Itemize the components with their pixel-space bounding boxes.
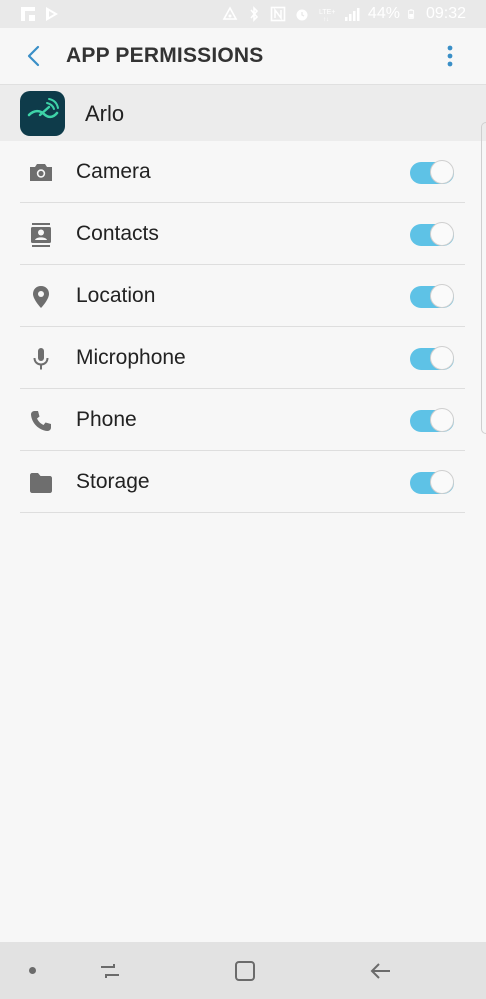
toggle-contacts[interactable] [410,222,456,248]
toggle-knob [430,222,454,246]
play-store-icon [46,7,58,21]
back-arrow-icon [370,963,390,979]
permission-label-phone: Phone [76,408,137,431]
permission-list: Camera Contacts Location Microphone Phon… [0,141,486,513]
permission-label-camera: Camera [76,160,151,183]
toggle-knob [430,470,454,494]
microphone-icon [28,346,54,372]
nfc-icon [270,6,286,22]
camera-icon [28,160,54,186]
nav-dot-icon[interactable] [29,967,36,974]
nearby-icon [222,6,238,20]
recent-apps-button[interactable] [95,956,125,986]
back-button[interactable] [18,40,50,72]
bluetooth-icon [250,6,259,22]
permission-row-contacts[interactable]: Contacts [0,203,486,265]
back-nav-button[interactable] [366,956,396,986]
chevron-left-icon [27,45,40,67]
permission-row-camera[interactable]: Camera [0,141,486,203]
alarm-icon [296,9,308,21]
status-left [20,6,60,22]
svg-text:LTE+: LTE+ [319,9,335,16]
more-options-button[interactable] [438,40,462,72]
toggle-knob [430,284,454,308]
toggle-knob [430,346,454,370]
toggle-knob [430,160,454,184]
toggle-camera[interactable] [410,160,456,186]
signal-icon [344,8,360,21]
navigation-bar [0,942,486,999]
folder-icon [28,470,54,496]
permission-row-storage[interactable]: Storage [0,451,486,513]
lte-icon: LTE+ ↑↓ [319,9,335,22]
toggle-storage[interactable] [410,470,456,496]
recent-apps-icon [101,964,119,978]
svg-text:↑↓: ↑↓ [323,17,329,22]
contacts-icon [28,222,54,248]
page-title: APP PERMISSIONS [66,44,264,67]
status-right: LTE+ ↑↓ 44% 09:32 [222,5,466,23]
permission-label-storage: Storage [76,470,150,493]
clock: 09:32 [425,5,466,22]
app-name: Arlo [85,101,125,126]
battery-percent: 44% [367,5,400,22]
arlo-logo-icon [20,91,65,136]
permission-row-microphone[interactable]: Microphone [0,327,486,389]
home-button[interactable] [230,956,260,986]
toggle-location[interactable] [410,284,456,310]
permission-row-location[interactable]: Location [0,265,486,327]
more-vertical-icon [447,45,453,67]
battery-icon [408,9,415,19]
flipboard-icon [21,7,35,21]
toggle-phone[interactable] [410,408,456,434]
app-header: Arlo [0,84,486,141]
permission-row-phone[interactable]: Phone [0,389,486,451]
permission-label-contacts: Contacts [76,222,159,245]
permission-label-location: Location [76,284,156,307]
divider [20,512,465,513]
edge-panel-handle[interactable] [481,122,486,434]
location-pin-icon [28,284,54,310]
status-bar: LTE+ ↑↓ 44% 09:32 [0,0,486,28]
permission-label-microphone: Microphone [76,346,186,369]
home-icon [235,961,255,981]
phone-icon [28,408,54,434]
toggle-knob [430,408,454,432]
toggle-microphone[interactable] [410,346,456,372]
arlo-bird-graphic [27,98,59,119]
app-bar: APP PERMISSIONS [0,28,486,84]
